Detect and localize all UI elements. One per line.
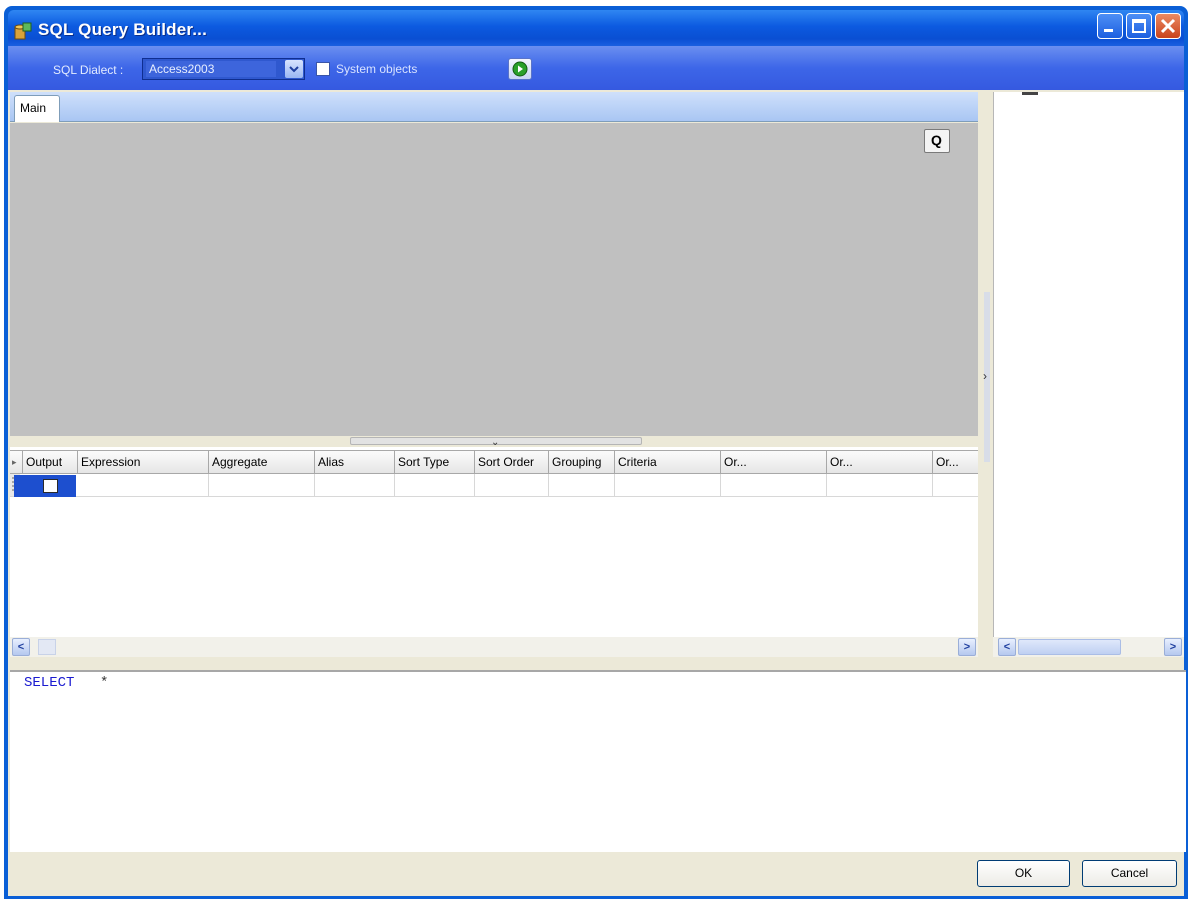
- or-cell-1[interactable]: [721, 474, 827, 496]
- ok-button[interactable]: OK: [977, 860, 1070, 887]
- grid-scroll-thumb[interactable]: [38, 639, 56, 655]
- scroll-right-icon[interactable]: >: [958, 638, 976, 656]
- column-header-output[interactable]: Output: [23, 451, 78, 473]
- collapse-right-pane-icon[interactable]: ›: [983, 369, 987, 383]
- tab-strip: [10, 92, 978, 122]
- grid-row-marker-icon: ▸: [10, 451, 23, 473]
- sort-type-cell[interactable]: [395, 474, 475, 496]
- system-objects-checkbox[interactable]: [316, 62, 330, 76]
- output-checkbox[interactable]: [43, 479, 58, 493]
- query-design-canvas[interactable]: [10, 123, 978, 436]
- column-header-grouping[interactable]: Grouping: [549, 451, 615, 473]
- grid-horizontal-scrollbar[interactable]: < >: [10, 637, 978, 657]
- app-icon: [14, 22, 32, 40]
- column-header-criteria[interactable]: Criteria: [615, 451, 721, 473]
- run-query-button[interactable]: [508, 58, 532, 80]
- sql-dialect-value[interactable]: Access2003: [146, 61, 276, 77]
- objects-scroll-right-icon[interactable]: >: [1164, 638, 1182, 656]
- maximize-icon: [1132, 19, 1146, 33]
- grid-header: ▸ Output Expression Aggregate Alias Sort…: [10, 450, 978, 474]
- play-icon: [512, 61, 528, 77]
- maximize-button[interactable]: [1126, 13, 1152, 39]
- database-objects-pane[interactable]: [993, 92, 1184, 637]
- minimize-button[interactable]: [1097, 13, 1123, 39]
- column-header-aggregate[interactable]: Aggregate: [209, 451, 315, 473]
- sql-star[interactable]: *: [100, 675, 108, 691]
- objects-scroll-thumb[interactable]: [1018, 639, 1121, 655]
- column-header-expression[interactable]: Expression: [78, 451, 209, 473]
- scroll-left-icon[interactable]: <: [12, 638, 30, 656]
- window-title: SQL Query Builder...: [38, 20, 208, 39]
- table-row[interactable]: [10, 474, 978, 497]
- column-header-sort-type[interactable]: Sort Type: [395, 451, 475, 473]
- alias-cell[interactable]: [315, 474, 395, 496]
- criteria-cell[interactable]: [615, 474, 721, 496]
- cancel-button[interactable]: Cancel: [1082, 860, 1177, 887]
- sql-dialect-label: SQL Dialect :: [53, 63, 124, 77]
- column-header-or-3[interactable]: Or...: [933, 451, 978, 473]
- close-icon: [1160, 18, 1176, 34]
- minimize-icon: [1104, 29, 1113, 32]
- sql-text-editor[interactable]: [10, 670, 1186, 852]
- chevron-down-icon: [289, 66, 299, 73]
- column-header-sort-order[interactable]: Sort Order: [475, 451, 549, 473]
- dropdown-arrow-button[interactable]: [285, 60, 303, 78]
- close-button[interactable]: [1155, 13, 1181, 39]
- grouping-cell[interactable]: [549, 474, 615, 496]
- zoom-button-label[interactable]: Q: [931, 132, 942, 148]
- tree-node-marker: [1022, 92, 1038, 95]
- objects-scroll-left-icon[interactable]: <: [998, 638, 1016, 656]
- tab-main-label[interactable]: Main: [20, 101, 46, 115]
- sql-keyword-select[interactable]: SELECT: [24, 675, 74, 691]
- column-header-alias[interactable]: Alias: [315, 451, 395, 473]
- aggregate-cell[interactable]: [209, 474, 315, 496]
- expression-cell[interactable]: [78, 474, 209, 496]
- column-header-or-2[interactable]: Or...: [827, 451, 933, 473]
- column-header-or-1[interactable]: Or...: [721, 451, 827, 473]
- sort-order-cell[interactable]: [475, 474, 549, 496]
- system-objects-label[interactable]: System objects: [336, 62, 417, 76]
- or-cell-2[interactable]: [827, 474, 933, 496]
